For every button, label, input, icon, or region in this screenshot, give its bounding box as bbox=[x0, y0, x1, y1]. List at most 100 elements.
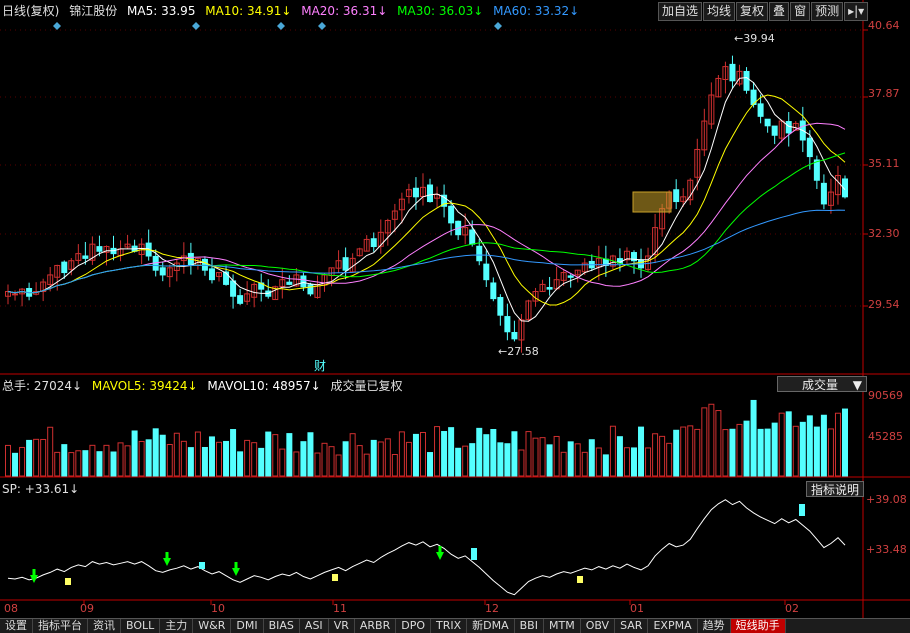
tab-20[interactable]: 短线助手 bbox=[730, 619, 786, 633]
volume-bar-76 bbox=[539, 437, 546, 477]
volume-bar-28 bbox=[201, 446, 208, 477]
sp-tick-1: +39.08 bbox=[866, 493, 907, 506]
indicator-dropdown-value: 成交量 bbox=[802, 378, 839, 392]
volume-bar-29 bbox=[208, 436, 215, 477]
volume-bar-43 bbox=[307, 432, 314, 477]
volume-bar-51 bbox=[363, 453, 370, 477]
candle-body-70 bbox=[497, 296, 504, 316]
volume-bar-111 bbox=[785, 411, 792, 477]
more-menu-button[interactable]: ▸|▾ bbox=[844, 2, 869, 21]
date-tick-7: 02 bbox=[785, 602, 799, 615]
price-tick-2: 37.87 bbox=[868, 87, 900, 100]
volume-bar-42 bbox=[300, 441, 307, 477]
volume-tick-1: 90569 bbox=[868, 389, 903, 402]
volume-bar-79 bbox=[560, 451, 567, 477]
candle-body-32 bbox=[230, 280, 237, 297]
volume-bar-60 bbox=[427, 452, 434, 477]
candle-body-69 bbox=[490, 282, 497, 300]
volume-bar-8 bbox=[61, 444, 68, 477]
overlay-button[interactable]: 叠 bbox=[769, 2, 790, 21]
tab-6[interactable]: DMI bbox=[231, 619, 264, 633]
signal-arrow-icon-3 bbox=[436, 552, 444, 560]
tab-5[interactable]: W&R bbox=[193, 619, 232, 633]
volume-bar-104 bbox=[736, 423, 743, 477]
volume-bar-83 bbox=[588, 439, 595, 477]
tab-1[interactable]: 指标平台 bbox=[33, 619, 88, 633]
volume-bar-105 bbox=[743, 420, 750, 477]
chart-canvas[interactable] bbox=[0, 0, 910, 632]
volume-bar-4 bbox=[33, 438, 40, 477]
volume-bar-117 bbox=[827, 428, 834, 477]
volume-bar-36 bbox=[258, 447, 265, 477]
tab-19[interactable]: 趋势 bbox=[698, 619, 731, 633]
candle-body-52 bbox=[370, 238, 377, 248]
volume-legend: 总手: 27024↓ MAVOL5: 39424↓ MAVOL10: 48957… bbox=[2, 378, 403, 394]
tab-18[interactable]: EXPMA bbox=[648, 619, 698, 633]
volume-bar-45 bbox=[321, 442, 328, 477]
stock-chart-window: 日线(复权) 锦江股份 MA5: 33.95 MA10: 34.91↓ MA20… bbox=[0, 0, 910, 633]
volume-bar-25 bbox=[180, 440, 187, 477]
tab-15[interactable]: MTM bbox=[544, 619, 581, 633]
tab-12[interactable]: TRIX bbox=[431, 619, 468, 633]
stock-name: 锦江股份 bbox=[69, 4, 118, 18]
indicator-help-button[interactable]: 指标说明 bbox=[806, 481, 864, 497]
high-value: 39.94 bbox=[743, 32, 775, 45]
add-watch-button[interactable]: 加自选 bbox=[658, 2, 703, 21]
ma5-label: MA5: 33.95 bbox=[127, 4, 196, 18]
ma20-label: MA20: 36.31↓ bbox=[301, 4, 388, 18]
candle-body-8 bbox=[61, 261, 68, 274]
candle-body-43 bbox=[307, 284, 314, 295]
volume-bar-74 bbox=[525, 431, 532, 477]
tab-10[interactable]: ARBR bbox=[355, 619, 397, 633]
indicator-dropdown[interactable]: 成交量 ▼ bbox=[777, 376, 867, 392]
indicator-tab-bar: 设置 指标平台 资讯 BOLL 主力 W&R DMI BIAS ASI VR ARBR DPO TRIX… bbox=[0, 618, 910, 633]
tab-4[interactable]: 主力 bbox=[160, 619, 194, 633]
volume-bar-65 bbox=[462, 445, 469, 477]
volume-bar-85 bbox=[602, 454, 609, 477]
volume-bar-75 bbox=[532, 437, 539, 477]
event-diamond-icon-4 bbox=[494, 22, 502, 30]
volume-bar-31 bbox=[223, 440, 230, 477]
volume-bar-48 bbox=[342, 441, 349, 477]
ma-legend: 日线(复权) 锦江股份 MA5: 33.95 MA10: 34.91↓ MA20… bbox=[2, 3, 579, 19]
tab-16[interactable]: OBV bbox=[581, 619, 616, 633]
volume-bar-47 bbox=[335, 454, 342, 477]
ma-line-button[interactable]: 均线 bbox=[703, 2, 736, 21]
sp-line bbox=[7, 499, 846, 596]
tab-7[interactable]: BIAS bbox=[264, 619, 300, 633]
volume-bar-84 bbox=[595, 447, 602, 477]
finance-marker[interactable]: 财 bbox=[314, 357, 326, 374]
tab-2[interactable]: 资讯 bbox=[88, 619, 121, 633]
tab-13[interactable]: 新DMA bbox=[467, 619, 515, 633]
candle-body-22 bbox=[159, 267, 166, 276]
tab-17[interactable]: SAR bbox=[615, 619, 649, 633]
candle-body-80 bbox=[567, 275, 574, 278]
ma10-label: MA10: 34.91↓ bbox=[205, 4, 292, 18]
tab-0[interactable]: 设置 bbox=[0, 619, 33, 633]
volume-bar-56 bbox=[398, 431, 405, 477]
volume-bar-15 bbox=[110, 451, 117, 477]
volume-bar-57 bbox=[405, 441, 412, 477]
low-annotation: ←27.58 bbox=[498, 345, 539, 358]
tab-9[interactable]: VR bbox=[329, 619, 355, 633]
volume-bar-50 bbox=[356, 445, 363, 477]
adjust-button[interactable]: 复权 bbox=[736, 2, 769, 21]
candle-body-114 bbox=[806, 137, 813, 158]
window-button[interactable]: 窗 bbox=[790, 2, 811, 21]
candle-body-13 bbox=[96, 246, 103, 252]
volume-bar-64 bbox=[455, 447, 462, 477]
tab-14[interactable]: BBI bbox=[515, 619, 544, 633]
tab-11[interactable]: DPO bbox=[396, 619, 431, 633]
candle-body-115 bbox=[813, 159, 820, 181]
volume-bar-32 bbox=[230, 429, 237, 477]
volume-bar-13 bbox=[96, 451, 103, 477]
ma60-label: MA60: 33.32↓ bbox=[493, 4, 580, 18]
volume-bar-94 bbox=[666, 442, 673, 477]
forecast-button[interactable]: 预测 bbox=[811, 2, 844, 21]
tab-3[interactable]: BOLL bbox=[121, 619, 161, 633]
volume-bar-93 bbox=[659, 435, 666, 477]
tab-8[interactable]: ASI bbox=[300, 619, 329, 633]
date-tick-1: 08 bbox=[4, 602, 18, 615]
volume-total: 总手: 27024↓ bbox=[2, 379, 83, 393]
ma10-line bbox=[7, 94, 846, 306]
